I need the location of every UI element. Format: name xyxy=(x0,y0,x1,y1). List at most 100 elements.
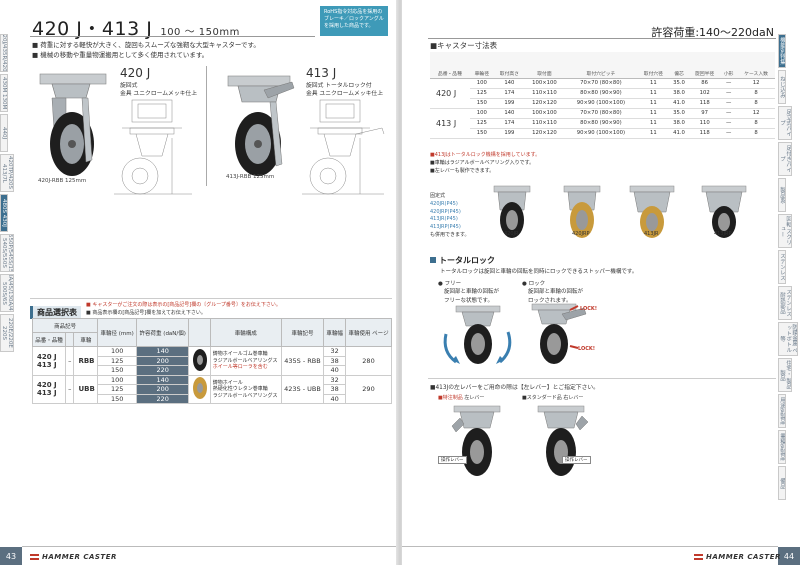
free-line: 旋回部と車輪の回転が xyxy=(444,289,500,296)
dimension-cell: — xyxy=(720,128,738,139)
side-tab[interactable]: 430M 130M xyxy=(0,74,9,112)
side-tab[interactable]: ステンレス xyxy=(778,250,787,284)
side-tab[interactable]: ねじ込み xyxy=(778,70,787,104)
side-tab[interactable]: 420J/435R/420E xyxy=(0,34,9,72)
dimension-cell: 41.0 xyxy=(668,128,690,139)
dimension-cell: 38.0 xyxy=(668,88,690,99)
dimension-cell: 118 xyxy=(689,98,721,109)
note-line: ■ キャスターがご注文の際は表示の[商品記号]欄の〔グループ番号〕をお伝え下さい… xyxy=(86,302,281,308)
dimension-cell: 100 xyxy=(469,78,494,89)
side-tab[interactable]: 回転 スクリュー xyxy=(778,214,793,248)
lock-title: ● ロック xyxy=(522,281,546,287)
fixed-type-list: 固定式 420JR(P45) 420JRP(P45) 413JR(P45) 41… xyxy=(430,193,470,240)
left-side-tabs: 420J/435R/420E 430M 130M 440J 420TP/420S 41… xyxy=(0,34,22,354)
th-model: 品番・品種 xyxy=(31,332,67,347)
dimension-cell: 12 xyxy=(737,78,775,89)
dimension-cell: 90×90 (100×100) xyxy=(563,98,638,109)
side-tab[interactable]: 420TP/420S 413/7L xyxy=(0,154,15,192)
dimension-cell: — xyxy=(720,88,738,99)
dimension-cell: 150 xyxy=(469,98,494,109)
side-tab[interactable]: 防錆金属 ペットボトル等 xyxy=(778,322,799,356)
dimension-cell: 100 xyxy=(469,108,494,119)
brand-text: HAMMER CASTER xyxy=(42,553,117,561)
caster-413j-drawing xyxy=(302,99,385,195)
side-tab[interactable]: 備品 xyxy=(778,466,787,500)
total-lock-title: トータルロック xyxy=(430,255,495,266)
dimension-cell: 11 xyxy=(637,78,669,89)
side-tab[interactable]: 130A/45/130A/45S/ 500S/6S xyxy=(0,274,15,312)
side-tab[interactable]: 業種別製品 xyxy=(778,430,787,464)
desc-line: 旋回式 トータルロック付 xyxy=(306,83,372,89)
th-group: 商品記号 xyxy=(31,318,99,333)
side-tab[interactable]: 機能別特集 xyxy=(778,34,787,68)
dimension-header-cell: 取付高さ xyxy=(493,52,525,79)
width-cell: 40 xyxy=(323,393,347,404)
th-page: 車輪使用 ページ xyxy=(345,318,392,347)
th-code: 車輪記号 xyxy=(280,318,325,347)
product-413j-desc: 旋回式 トータルロック付 金具 ユニクロームメッキ仕上 xyxy=(306,82,383,99)
caster-413j-caption: 413J-RBB 125mm xyxy=(226,174,275,180)
side-tab[interactable]: 220E/220E 220S xyxy=(0,314,15,352)
dimension-cell: 35.0 xyxy=(668,108,690,119)
dimension-cell: — xyxy=(720,78,738,89)
th-structure: 車輪構成 xyxy=(209,318,282,347)
dia-cell: 100 xyxy=(97,346,138,357)
model-line: 420 J xyxy=(37,352,57,361)
fixed-suffix: も併用できます。 xyxy=(430,231,470,238)
free-title-text: フリー xyxy=(444,281,462,287)
wheel-image-cell xyxy=(188,346,211,376)
product-420j-desc: 旋回式 金具 ユニクロームメッキ仕上 xyxy=(120,82,197,99)
side-tab[interactable]: 足立式パイプ xyxy=(778,106,793,140)
side-tab[interactable]: 製品系 xyxy=(778,178,787,212)
dimension-header-cell: 小形 xyxy=(720,52,738,79)
load-cell: 200 xyxy=(136,384,190,395)
side-tab[interactable]: 480S 430J xyxy=(0,194,9,232)
feature-line: ホイール等ローラを含む xyxy=(212,364,268,370)
photo-caption: 413JRP xyxy=(714,231,732,237)
right-side-tabs: 機能別特集ねじ込み足立式パイプ 足付きパイプ 製品系回転 スクリュー ステンレスステン… xyxy=(778,34,800,502)
table-row: 420 J 413 J – UBB 100 140 鋳物ホイール 熱硬化性ウレタン巻車輪 ラジア… xyxy=(31,374,392,404)
intro-line: ■ 荷重に対する軽快が大きく、旋回もスムーズな強靭な大型キャスターです。 xyxy=(32,41,260,49)
left-lever-caster xyxy=(451,405,501,476)
note-line: ■左レバーも製作できます。 xyxy=(430,168,495,174)
th-dia: 車輪径 (mm) xyxy=(97,318,138,347)
dimension-cell: 125 xyxy=(469,118,494,129)
page-cell: 290 xyxy=(345,374,392,404)
dia-cell: 150 xyxy=(97,365,138,376)
dimension-cell: 11 xyxy=(637,88,669,99)
section-rule xyxy=(30,298,392,299)
lever-right-caption: ■スタンダード品 右レバー xyxy=(522,395,584,401)
side-tab[interactable]: 住宅・ 製品製品 xyxy=(778,358,793,392)
side-tab[interactable]: ステンレス 耐熱部品 xyxy=(778,286,793,320)
photo-caption: 413JR xyxy=(644,231,659,237)
caster-420j-caption: 420J-RBB 125mm xyxy=(38,178,87,184)
dimension-model-cell: 420 J xyxy=(430,78,470,109)
square-bullet-icon xyxy=(430,257,436,263)
th-wheel-img xyxy=(188,318,211,347)
dimension-header-cell: 車輪径 xyxy=(469,52,494,79)
side-tab[interactable]: 550P/545S/15 540S/550S xyxy=(0,234,15,272)
side-tab[interactable]: 足付きパイプ xyxy=(778,142,793,176)
table-row: 125 174 110×110 80×80 (90×90) 11 38.0 102—8 xyxy=(430,88,775,99)
dimension-cell: 102 xyxy=(689,88,721,99)
width-cell: 32 xyxy=(323,346,347,357)
dimension-cell: 140 xyxy=(493,78,525,89)
structure-cell: 鋳物ホイールゴム巻車輪 ラジアルボールベアリングス ホイール等ローラを含む xyxy=(209,346,282,376)
load-cell: 140 xyxy=(136,346,190,357)
brand-mark-icon xyxy=(30,554,39,560)
dimension-cell: — xyxy=(720,98,738,109)
side-tab[interactable]: 440J xyxy=(0,114,9,152)
dimension-cell: 110×110 xyxy=(524,88,564,99)
free-title: ● フリー xyxy=(438,281,462,287)
dimension-header-cell: 品番・品種 xyxy=(430,52,470,79)
table-row: 150 199 120×120 90×90 (100×100) 11 41.0 118—8 xyxy=(430,98,775,109)
dia-cell: 100 xyxy=(97,374,138,385)
dash-cell: – xyxy=(65,346,75,376)
wheel-image-cell xyxy=(188,374,211,404)
photo-caption: 420JRP xyxy=(572,231,590,237)
width-cell: 38 xyxy=(323,355,347,366)
dimension-cell: 11 xyxy=(637,108,669,119)
side-tab[interactable]: 用途別製品 xyxy=(778,394,787,428)
selection-notes: ■ キャスターがご注文の際は表示の[商品記号]欄の〔グループ番号〕をお伝え下さい… xyxy=(86,301,281,317)
dimension-table-title: ■キャスター寸法表 xyxy=(430,41,498,50)
